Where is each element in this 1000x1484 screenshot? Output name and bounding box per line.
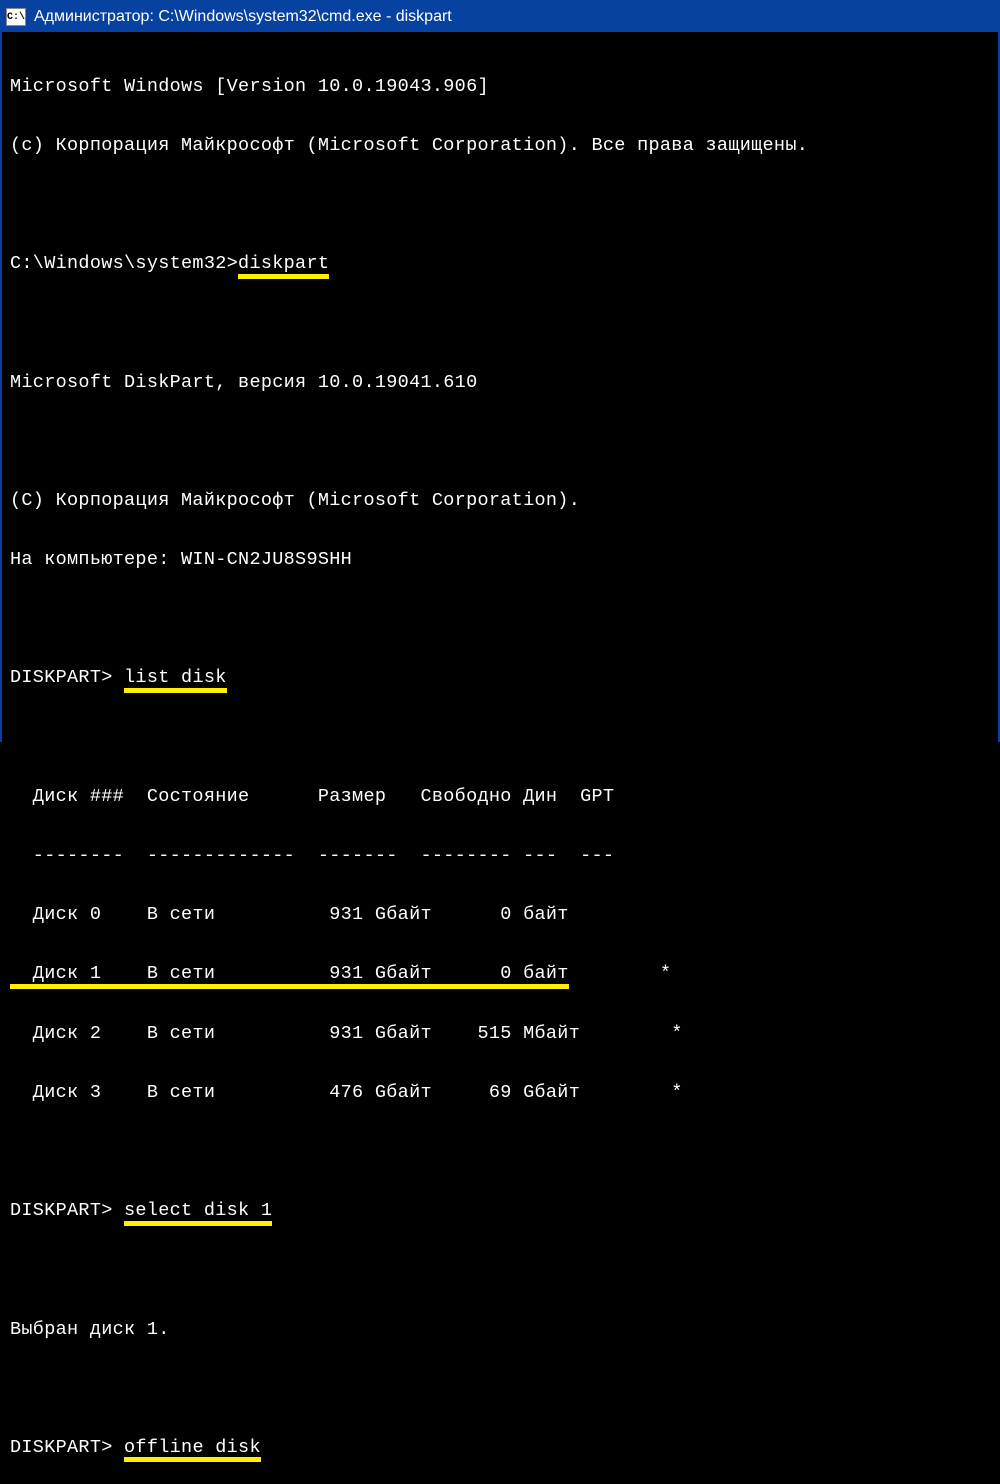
blank-line: [10, 723, 990, 753]
window-titlebar[interactable]: C:\ Администратор: C:\Windows\system32\c…: [2, 2, 998, 32]
diskpart-prompt: DISKPART>: [10, 1200, 124, 1221]
prompt-line: DISKPART> list disk: [10, 663, 990, 693]
window-title: Администратор: C:\Windows\system32\cmd.e…: [34, 8, 452, 26]
output-line: Microsoft DiskPart, версия 10.0.19041.61…: [10, 368, 990, 398]
table-row-highlighted: Диск 1 В сети 931 Gбайт 0 байт *: [10, 959, 990, 989]
diskpart-prompt: DISKPART>: [10, 667, 124, 688]
output-line: (C) Корпорация Майкрософт (Microsoft Cor…: [10, 486, 990, 516]
table-row: Диск 0 В сети 931 Gбайт 0 байт: [10, 900, 990, 930]
blank-line: [10, 1137, 990, 1167]
command-list-disk: list disk: [124, 669, 227, 693]
blank-line: [10, 190, 990, 220]
blank-line: [10, 604, 990, 634]
prompt-line: DISKPART> select disk 1: [10, 1196, 990, 1226]
blank-line: [10, 427, 990, 457]
table-row: Диск 2 В сети 931 Gбайт 515 Mбайт *: [10, 1019, 990, 1049]
disk1-highlight: Диск 1 В сети 931 Gбайт 0 байт: [10, 965, 569, 989]
output-line: Microsoft Windows [Version 10.0.19043.90…: [10, 72, 990, 102]
diskpart-prompt: DISKPART>: [10, 1437, 124, 1458]
table-header: Диск ### Состояние Размер Свободно Дин G…: [10, 782, 990, 812]
command-diskpart: diskpart: [238, 255, 329, 279]
cmd-icon: C:\: [6, 8, 26, 26]
terminal-output[interactable]: Microsoft Windows [Version 10.0.19043.90…: [2, 32, 998, 1484]
table-divider: -------- ------------- ------- -------- …: [10, 841, 990, 871]
table-row: Диск 3 В сети 476 Gбайт 69 Gбайт *: [10, 1078, 990, 1108]
command-offline-disk: offline disk: [124, 1439, 261, 1463]
output-line: (c) Корпорация Майкрософт (Microsoft Cor…: [10, 131, 990, 161]
blank-line: [10, 1374, 990, 1404]
command-select-disk: select disk 1: [124, 1202, 272, 1226]
prompt-line: C:\Windows\system32>diskpart: [10, 249, 990, 279]
prompt: C:\Windows\system32>: [10, 253, 238, 274]
blank-line: [10, 308, 990, 338]
prompt-line: DISKPART> offline disk: [10, 1433, 990, 1463]
blank-line: [10, 1255, 990, 1285]
disk1-gpt: *: [569, 963, 672, 984]
output-line: Выбран диск 1.: [10, 1315, 990, 1345]
output-line: На компьютере: WIN-CN2JU8S9SHH: [10, 545, 990, 575]
